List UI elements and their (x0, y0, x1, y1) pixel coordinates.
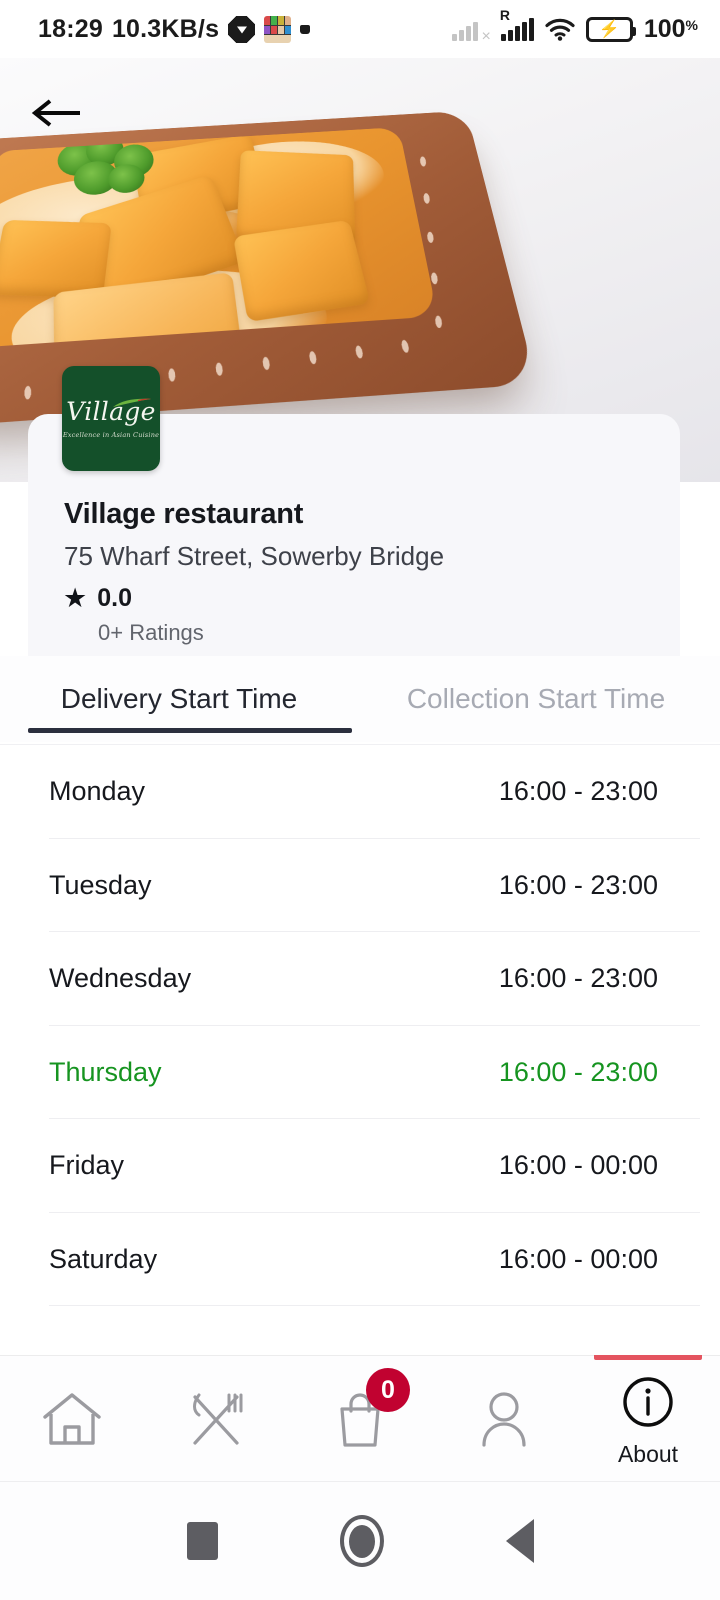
info-icon (621, 1375, 675, 1434)
cart-badge: 0 (366, 1368, 410, 1412)
star-icon: ★ (63, 583, 88, 613)
battery-percent: 100% (643, 14, 698, 43)
table-row: Monday 16:00 - 23:00 (0, 745, 720, 839)
rating-value: 0.0 (97, 584, 132, 612)
schedule-list: Monday 16:00 - 23:00 Tuesday 16:00 - 23:… (0, 745, 720, 1355)
app-colorful-icon (264, 15, 292, 43)
schedule-day: Tuesday (49, 869, 152, 900)
dish-illustration (0, 84, 537, 427)
person-icon (475, 1389, 533, 1454)
restaurant-address: 75 Wharf Street, Sowerby Bridge (64, 541, 445, 571)
schedule-day: Saturday (49, 1243, 158, 1274)
logo-wordmark: Village (66, 398, 155, 424)
status-time: 18:29 (38, 14, 103, 43)
schedule-day: Friday (49, 1150, 125, 1181)
signal-roaming-icon (500, 8, 534, 41)
schedule-day: Monday (49, 776, 146, 807)
tab-collection-label: Collection Start Time (406, 683, 666, 714)
nav-item-cart[interactable]: 0 (288, 1356, 432, 1482)
schedule-hours: 16:00 - 23:00 (498, 963, 658, 994)
status-bar-right: ⚡ 100% (451, 8, 698, 45)
cutlery-icon (185, 1389, 247, 1454)
nav-item-home[interactable] (0, 1356, 144, 1482)
app-screen: 18:29 10.3KB/s × R ⚡ 100% Village restau… (0, 0, 720, 1600)
schedule-day: Thursday (49, 1056, 162, 1087)
tab-collection-start-time[interactable]: Collection Start Time (352, 656, 720, 742)
wifi-icon (545, 18, 575, 41)
schedule-hours: 16:00 - 23:00 (498, 869, 658, 900)
page-title: Village restaurant (64, 498, 304, 530)
logo-swoosh-icon (112, 388, 152, 407)
battery-charging-icon: ⚡ (585, 16, 636, 42)
download-icon (228, 15, 256, 43)
tab-active-indicator (28, 728, 352, 733)
back-button-icon[interactable] (505, 1519, 534, 1563)
schedule-hours: 16:00 - 00:00 (498, 1243, 658, 1274)
table-row: Friday 16:00 - 00:00 (0, 1119, 720, 1213)
back-button[interactable]: Back (30, 96, 82, 130)
home-button-icon[interactable] (339, 1515, 384, 1567)
signal-no-service-icon (451, 18, 491, 45)
nav-item-menu[interactable] (144, 1356, 288, 1482)
row-divider (49, 1305, 700, 1306)
schedule-hours: 16:00 - 23:00 (498, 1056, 658, 1087)
recents-button-icon[interactable] (186, 1522, 218, 1560)
logo-tagline: Excellence in Asian Cuisine (62, 430, 160, 439)
rating-count: 0+ Ratings (98, 620, 204, 645)
dot-icon (300, 24, 311, 34)
schedule-hours: 16:00 - 00:00 (498, 1150, 658, 1181)
dish-inner-curry (0, 127, 438, 348)
table-row: Saturday 16:00 - 00:00 (0, 1213, 720, 1306)
table-row-today: Thursday 16:00 - 23:00 (0, 1026, 720, 1119)
status-bar: 18:29 10.3KB/s × R ⚡ 100% (0, 0, 720, 58)
home-icon (39, 1389, 105, 1454)
schedule-hours: 16:00 - 23:00 (498, 776, 658, 807)
nav-active-indicator (594, 1355, 702, 1360)
table-row: Tuesday 16:00 - 23:00 (0, 839, 720, 932)
bottom-navigation: 0 About (0, 1355, 720, 1481)
table-row: Wednesday 16:00 - 23:00 (0, 932, 720, 1026)
nav-item-about-label: About (617, 1440, 679, 1467)
tab-delivery-label: Delivery Start Time (60, 683, 298, 714)
system-navigation-bar (0, 1481, 720, 1600)
status-bar-left: 18:29 10.3KB/s (38, 14, 311, 44)
nav-item-about[interactable]: About (576, 1355, 720, 1482)
schedule-day: Wednesday (49, 963, 192, 994)
rating-row: ★ 0.0 (63, 584, 132, 613)
nav-item-profile[interactable] (432, 1356, 576, 1482)
status-network-speed: 10.3KB/s (111, 14, 220, 43)
restaurant-logo: Village Excellence in Asian Cuisine (62, 366, 160, 471)
